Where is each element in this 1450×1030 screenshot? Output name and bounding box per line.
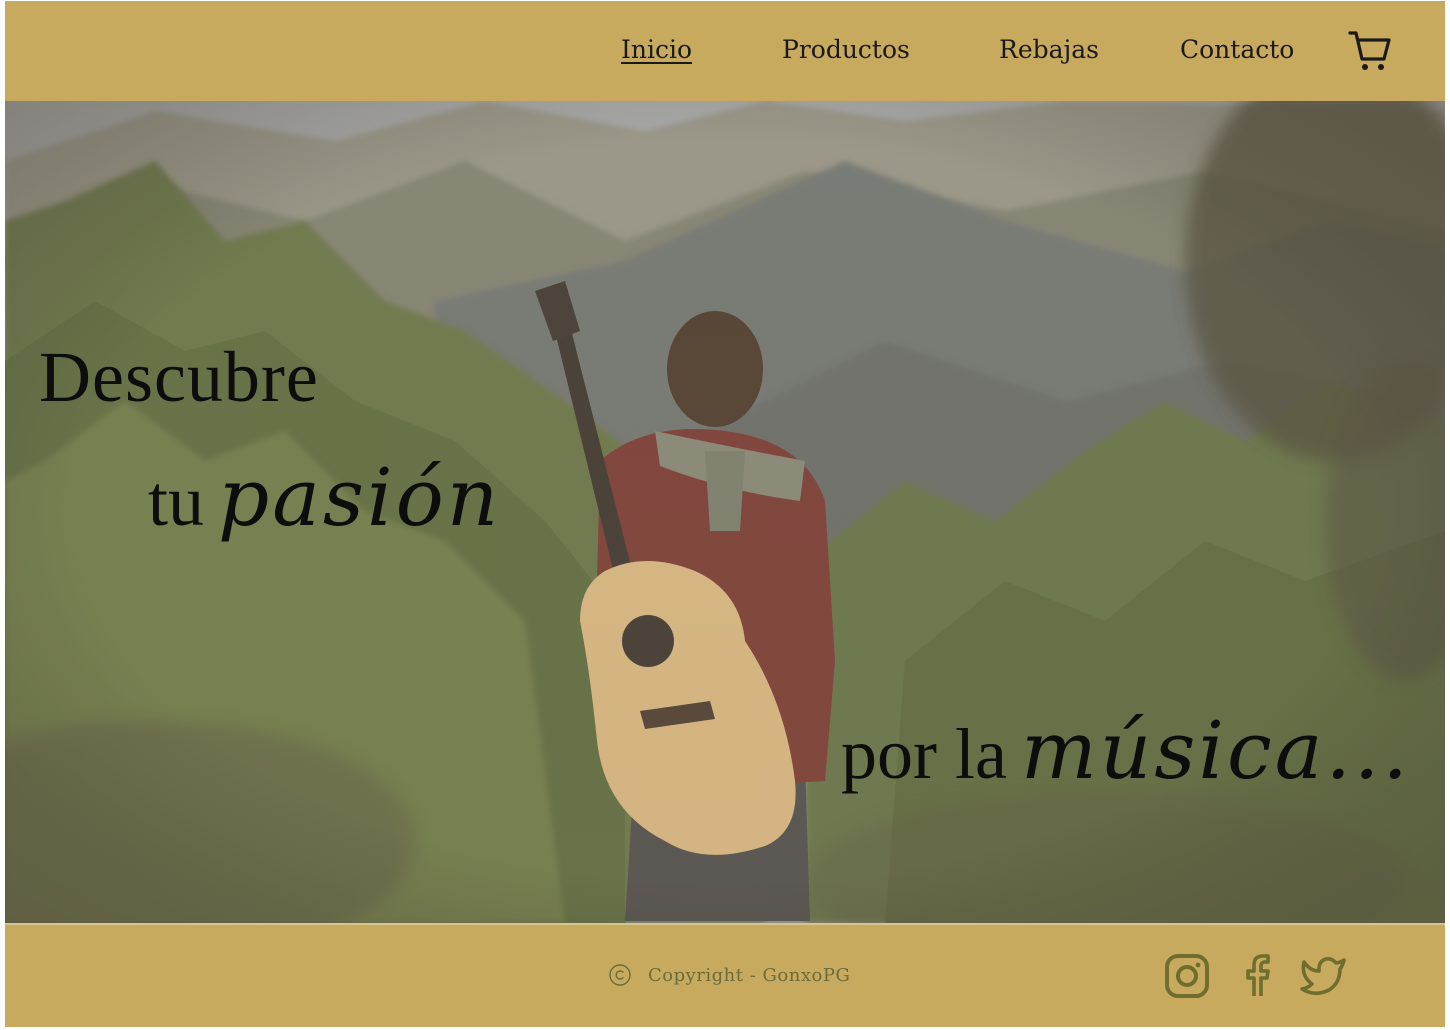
hero-line3-plain: por la: [841, 714, 1007, 794]
hero-line2-script: pasión: [218, 451, 502, 544]
twitter-icon[interactable]: [1299, 952, 1347, 1000]
hero-headline-line3: por la música...: [841, 704, 1411, 797]
hero-banner: Descubre tu pasión por la música...: [5, 101, 1445, 923]
hero-line2-plain: tu: [148, 461, 205, 541]
site-footer: Copyright - GonxoPG: [5, 923, 1445, 1027]
nav-link-contacto[interactable]: Contacto: [1180, 35, 1294, 64]
page: Inicio Productos Rebajas Contacto Descub…: [5, 1, 1445, 1027]
copyright-text: Copyright - GonxoPG: [648, 964, 851, 986]
nav-link-productos[interactable]: Productos: [782, 35, 910, 64]
hero-headline-line2: tu pasión: [148, 451, 501, 544]
nav-link-rebajas[interactable]: Rebajas: [999, 35, 1099, 64]
top-navbar: Inicio Productos Rebajas Contacto: [5, 1, 1445, 101]
shopping-cart-icon[interactable]: [1346, 27, 1394, 75]
copyright: Copyright - GonxoPG: [608, 963, 850, 987]
nav-link-inicio[interactable]: Inicio: [621, 35, 692, 64]
facebook-icon[interactable]: [1233, 952, 1281, 1000]
copyright-icon: [609, 964, 631, 986]
hero-headline-line1: Descubre: [39, 337, 319, 417]
hero-line3-script: música...: [1020, 704, 1411, 797]
instagram-icon[interactable]: [1163, 952, 1211, 1000]
